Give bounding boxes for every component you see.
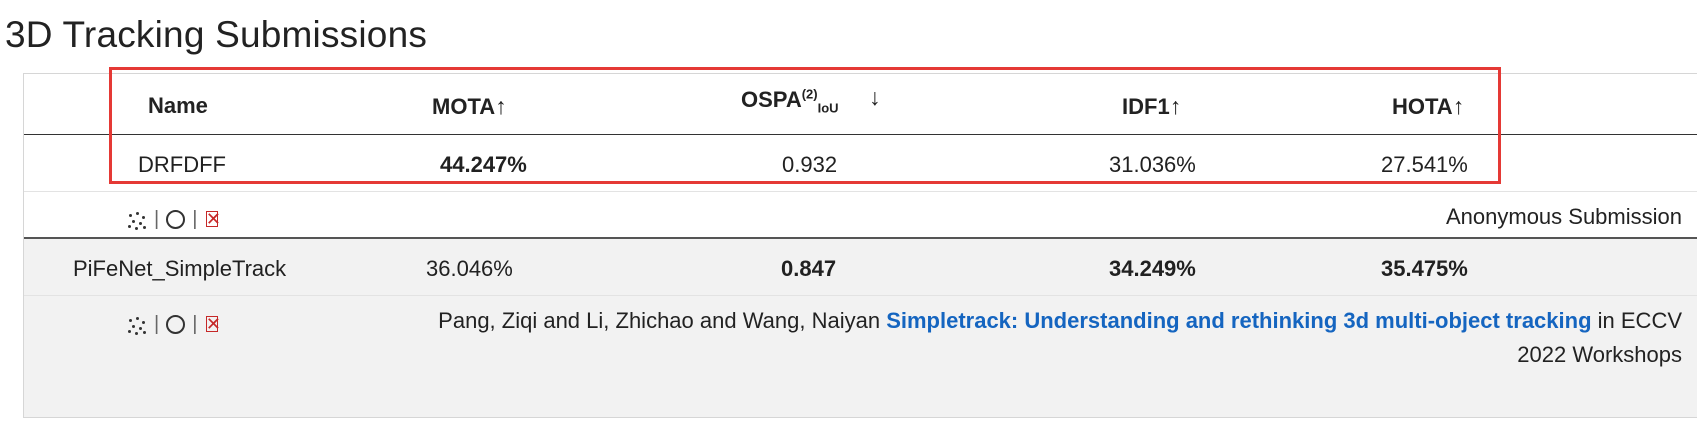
sort-up-arrow-icon: ↑ [495, 93, 507, 119]
page-title: 3D Tracking Submissions [5, 14, 428, 55]
method-icons: | | [127, 312, 222, 336]
icon-separator: | [154, 313, 160, 335]
citation-authors: Pang, Ziqi and Li, Zhichao and Wang, Nai… [438, 308, 881, 333]
header-name[interactable]: Name [148, 93, 208, 119]
idf1-value: 34.249% [1109, 256, 1196, 281]
sort-down-arrow-icon[interactable]: ↓ [869, 84, 881, 111]
citation-venue: in ECCV [1597, 308, 1682, 333]
header-ospa[interactable]: OSPA(2)IoU [741, 87, 839, 114]
table-row[interactable]: DRFDFF 44.247% 0.932 31.036% 27.541% [24, 135, 1697, 191]
hota-value: 27.541% [1381, 152, 1468, 177]
no-camera-icon [204, 207, 222, 231]
no-camera-icon [204, 312, 222, 336]
header-idf1[interactable]: IDF1↑ [1122, 93, 1181, 120]
submission-name[interactable]: PiFeNet_SimpleTrack [73, 256, 286, 282]
method-icons: | | [127, 207, 222, 231]
table-row-group: PiFeNet_SimpleTrack 36.046% 0.847 34.249… [24, 239, 1697, 417]
ospa-value: 0.847 [781, 256, 837, 281]
lidar-dots-icon [127, 315, 147, 335]
citation-venue-line2: 2022 Workshops [1517, 342, 1682, 367]
mota-value: 36.046% [426, 256, 513, 281]
icon-separator: | [154, 208, 160, 230]
ospa-value: 0.932 [782, 152, 838, 177]
submissions-table: Name MOTA↑ OSPA(2)IoU ↓ IDF1↑ HOTA↑ DRFD… [23, 73, 1697, 418]
circle-icon [166, 210, 186, 229]
submission-description: Anonymous Submission [1445, 204, 1682, 229]
icon-separator: | [192, 313, 198, 335]
icon-separator: | [192, 208, 198, 230]
lidar-dots-icon [127, 210, 147, 230]
mota-value: 44.247% [440, 152, 527, 177]
table-row[interactable]: PiFeNet_SimpleTrack 36.046% 0.847 34.249… [24, 239, 1697, 295]
header-hota[interactable]: HOTA↑ [1392, 93, 1464, 120]
idf1-value: 31.036% [1109, 152, 1196, 177]
paper-link[interactable]: Simpletrack: Understanding and rethinkin… [886, 308, 1591, 333]
sort-up-arrow-icon: ↑ [1452, 93, 1465, 119]
table-header: Name MOTA↑ OSPA(2)IoU ↓ IDF1↑ HOTA↑ [24, 74, 1697, 135]
header-mota[interactable]: MOTA↑ [432, 93, 507, 120]
hota-value: 35.475% [1381, 256, 1468, 281]
sort-up-arrow-icon: ↑ [1169, 93, 1182, 119]
submission-name[interactable]: DRFDFF [138, 152, 226, 178]
circle-icon [166, 315, 186, 334]
citation: Pang, Ziqi and Li, Zhichao and Wang, Nai… [438, 304, 1682, 372]
